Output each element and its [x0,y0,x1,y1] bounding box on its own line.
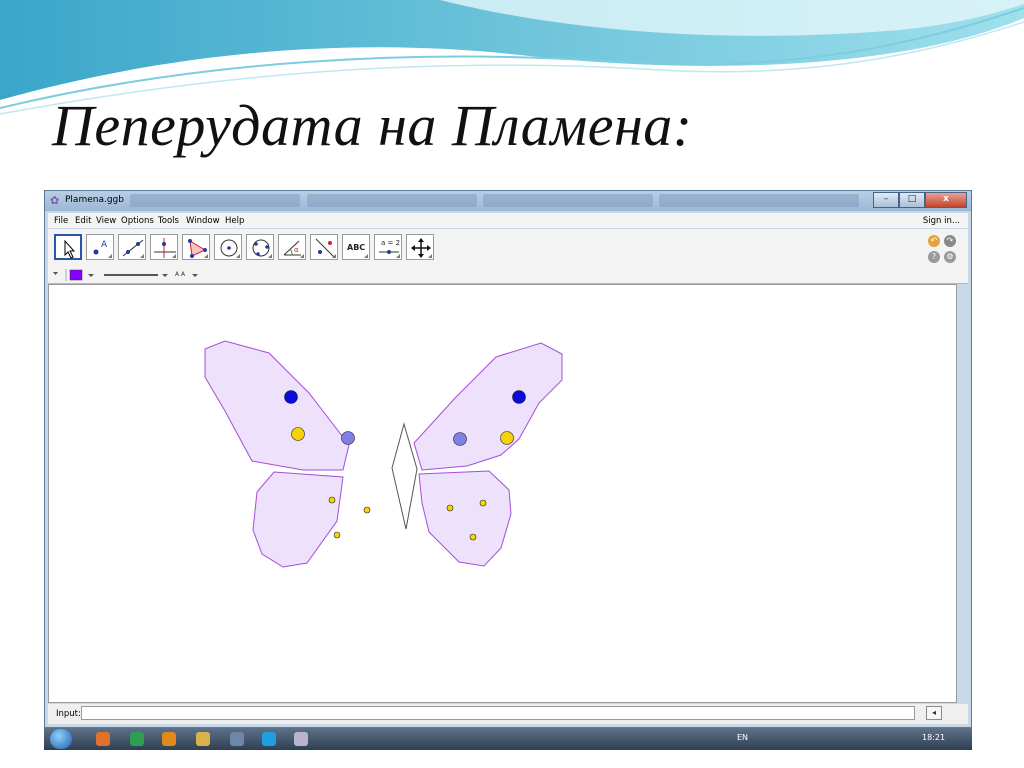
close-button[interactable]: x [925,192,967,208]
circle-three-points-tool-button[interactable] [246,234,274,260]
help-icon[interactable]: ? [928,251,940,263]
slider-tool-label: a = 2 [381,239,401,247]
input-bar: Input: ◂ [48,704,968,724]
move-tool-button[interactable] [54,234,82,260]
butterfly-drawing[interactable] [49,285,956,702]
clock[interactable]: 18:21 [922,733,945,742]
circle-tool-button[interactable] [214,234,242,260]
documents-icon[interactable] [230,732,244,746]
redo-icon[interactable]: ↷ [944,235,956,247]
background-tab[interactable] [307,194,477,207]
menu-view[interactable]: View [96,216,116,226]
start-icon[interactable] [50,729,72,749]
small-yellow-dot [479,499,487,507]
angle-tool-button[interactable]: α [278,234,306,260]
right-lower-wing [418,470,512,567]
background-tab[interactable] [130,194,300,207]
background-tab[interactable] [483,194,653,207]
butterfly-body [391,422,418,530]
left-lower-wing [252,471,344,568]
media-player-icon[interactable] [162,732,176,746]
spreadsheet-icon[interactable] [130,732,144,746]
maximize-button[interactable]: □ [899,192,925,208]
move-view-tool-button[interactable] [406,234,434,260]
style-bar-controls [53,269,198,281]
text-icon: ABC [347,243,366,252]
menu-file[interactable]: File [54,216,68,226]
window-title: Plamena.ggb [65,195,124,205]
menu-help[interactable]: Help [225,216,244,226]
folder-icon[interactable] [196,732,210,746]
lavender-dot [341,431,355,445]
text-tool-button[interactable]: ABC [342,234,370,260]
small-yellow-dot [328,496,336,504]
menu-edit[interactable]: Edit [75,216,91,226]
small-yellow-dot [363,506,371,514]
right-upper-wing [413,342,563,471]
menu-tools[interactable]: Tools [158,216,179,226]
lavender-dot [453,432,467,446]
polygon-tool-button[interactable] [182,234,210,260]
taskbar: EN 18:21 [44,728,972,750]
svg-text:α: α [294,246,299,254]
point-tool-button[interactable]: A [86,234,114,260]
settings-icon[interactable]: ⚙ [944,251,956,263]
font-size-icon[interactable]: A A [175,271,185,278]
yellow-dot [291,427,305,441]
tool-bar: A α ABC a = 2 ↶ ↷ ? ⚙ [48,229,968,268]
sign-in-link[interactable]: Sign in... [923,216,960,226]
input-label: Input: [56,709,81,719]
app-icon: ✿ [50,194,60,207]
left-upper-wing [204,340,350,471]
slide-title: Пеперудата на Пламена: [52,93,693,158]
move-arrow-icon [64,239,76,259]
geogebra-window: ✿ Plamena.ggb – □ x File Edit View Optio… [44,190,972,728]
blue-dot [284,390,298,404]
perpendicular-tool-button[interactable] [150,234,178,260]
small-yellow-dot [469,533,477,541]
menu-bar: File Edit View Options Tools Window Help… [48,213,968,228]
window-titlebar: ✿ Plamena.ggb – □ x [45,191,971,211]
menu-options[interactable]: Options [121,216,154,226]
graphics-view[interactable] [48,284,957,703]
reflect-tool-button[interactable] [310,234,338,260]
small-yellow-dot [333,531,341,539]
line-tool-button[interactable] [118,234,146,260]
svg-text:A: A [101,240,108,250]
language-indicator[interactable]: EN [737,733,748,742]
input-field[interactable] [81,706,915,720]
undo-icon[interactable]: ↶ [928,235,940,247]
menu-window[interactable]: Window [186,216,220,226]
blue-dot [512,390,526,404]
firefox-icon[interactable] [96,732,110,746]
skype-icon[interactable] [262,732,276,746]
slider-tool-button[interactable]: a = 2 [374,234,402,260]
minimize-button[interactable]: – [873,192,899,208]
background-tab[interactable] [659,194,859,207]
geogebra-task-icon[interactable] [294,732,308,746]
style-bar: A A [48,267,968,284]
keyboard-icon[interactable]: ◂ [926,706,942,720]
small-yellow-dot [446,504,454,512]
yellow-dot [500,431,514,445]
